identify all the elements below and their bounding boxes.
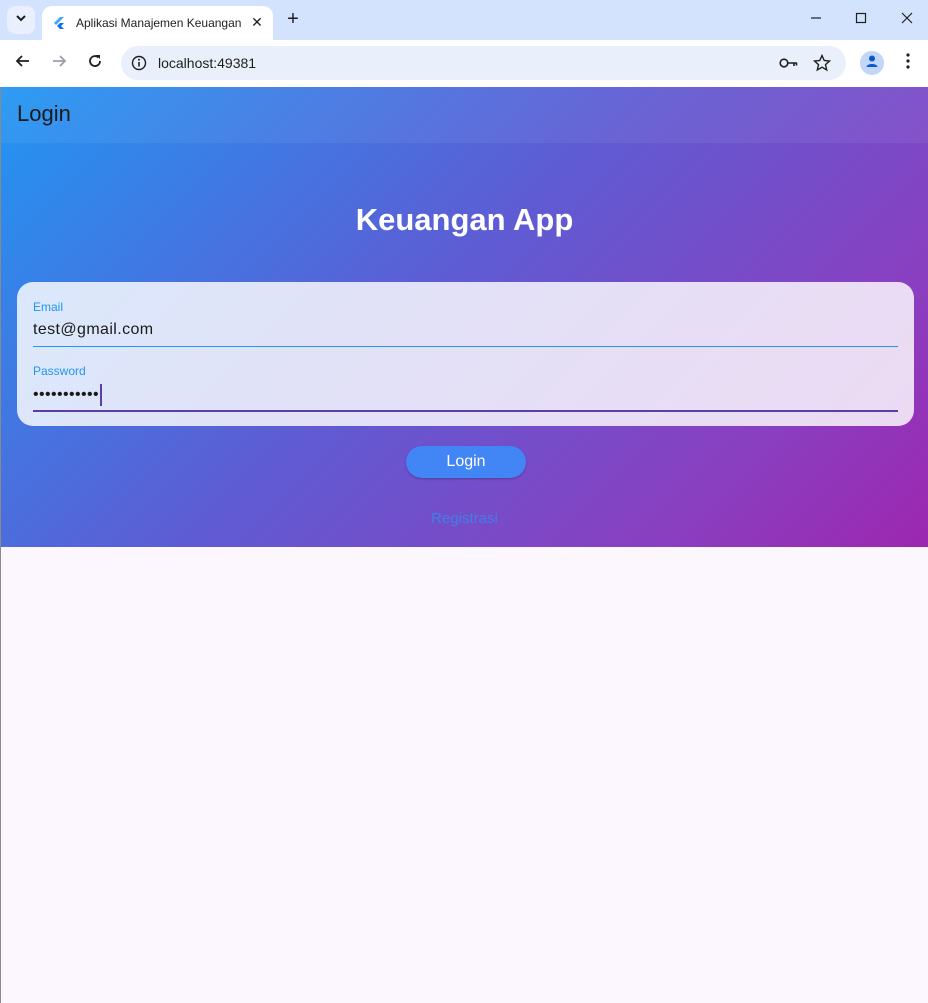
app-bar: Login (1, 87, 928, 143)
window-close-button[interactable] (895, 8, 919, 32)
chevron-down-icon (15, 11, 27, 29)
plus-icon: + (287, 8, 299, 30)
profile-avatar[interactable] (860, 51, 884, 75)
email-underline (33, 346, 898, 347)
app-title: Keuangan App (355, 202, 574, 237)
window-close-icon (901, 11, 913, 29)
key-icon[interactable] (779, 53, 799, 73)
email-input[interactable]: test@gmail.com (33, 320, 898, 342)
email-label: Email (33, 300, 64, 314)
email-field[interactable]: Email test@gmail.com (33, 300, 898, 347)
maximize-icon (855, 11, 867, 29)
minimize-button[interactable] (804, 8, 828, 32)
browser-tab[interactable]: Aplikasi Manajemen Keuangan ✕ (42, 6, 273, 40)
profile-icon (864, 53, 880, 74)
maximize-button[interactable] (849, 8, 873, 32)
minimize-icon (810, 11, 822, 29)
reload-icon (87, 53, 103, 74)
kebab-menu-icon (906, 52, 910, 74)
browser-toolbar: localhost:49381 (0, 40, 928, 87)
tab-search-button[interactable] (7, 6, 35, 34)
browser-tab-bar: Aplikasi Manajemen Keuangan ✕ + (0, 0, 928, 40)
reload-button[interactable] (83, 51, 107, 75)
text-caret (100, 384, 103, 406)
password-underline (33, 410, 898, 412)
flutter-icon (52, 16, 66, 30)
close-icon[interactable]: ✕ (249, 14, 265, 30)
login-panel: Login Keuangan App Email test@gmail.com … (1, 87, 928, 547)
address-bar[interactable]: localhost:49381 (121, 46, 846, 80)
back-button[interactable] (11, 51, 35, 75)
new-tab-button[interactable]: + (282, 8, 304, 30)
forward-button[interactable] (47, 51, 71, 75)
forward-icon (51, 53, 67, 74)
back-icon (15, 53, 31, 74)
password-input-wrapper[interactable]: ••••••••••• (33, 384, 898, 406)
browser-menu-button[interactable] (898, 51, 918, 75)
password-label: Password (33, 364, 86, 378)
login-button[interactable]: Login (406, 446, 526, 478)
tab-title: Aplikasi Manajemen Keuangan (76, 16, 242, 30)
url-text: localhost:49381 (158, 55, 257, 71)
password-input[interactable]: ••••••••••• (33, 386, 99, 403)
password-field[interactable]: Password ••••••••••• (33, 364, 898, 412)
star-icon[interactable] (812, 53, 832, 73)
appbar-title: Login (17, 101, 71, 126)
login-form-card: Email test@gmail.com Password ••••••••••… (17, 282, 914, 426)
info-icon[interactable] (131, 55, 147, 71)
register-link[interactable]: Registrasi (1, 510, 928, 527)
